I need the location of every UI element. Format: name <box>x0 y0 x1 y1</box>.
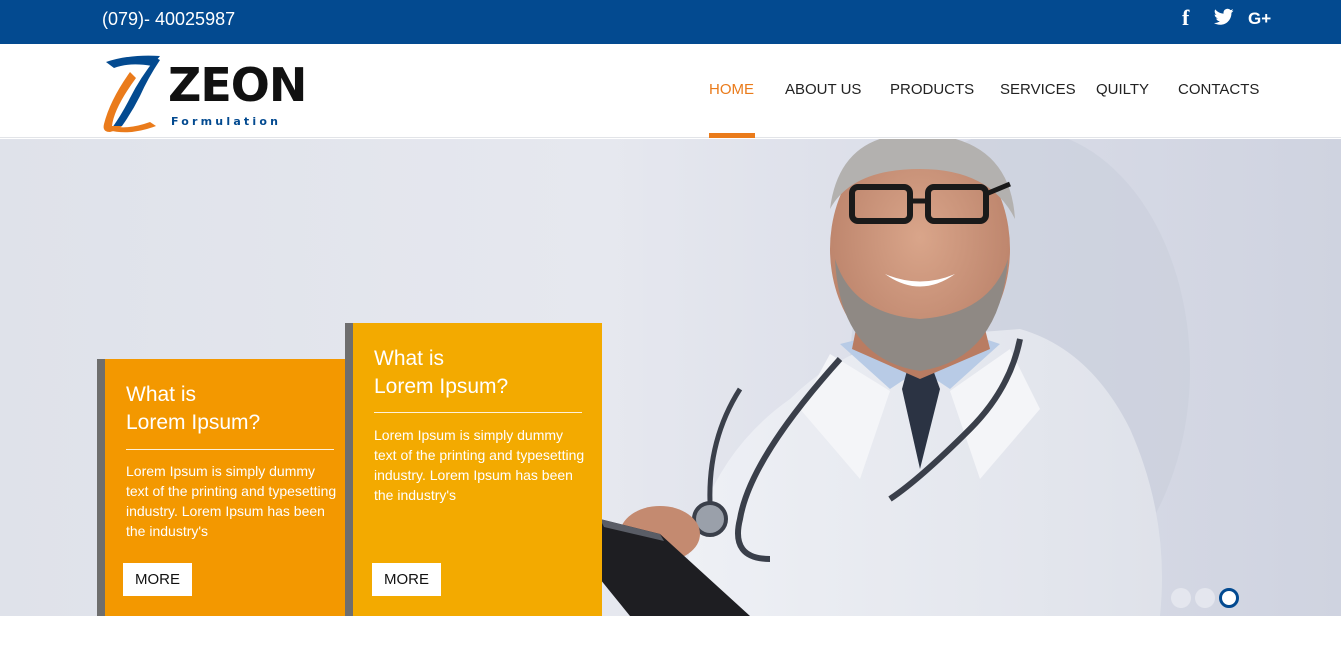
hero-card-1: What is Lorem Ipsum? Lorem Ipsum is simp… <box>97 359 345 616</box>
nav-item-home[interactable]: HOME <box>709 81 754 98</box>
card-accent-stripe <box>97 359 105 616</box>
card-accent-stripe <box>345 323 353 616</box>
card-divider <box>126 449 334 450</box>
card-body: Lorem Ipsum is simply dummy text of the … <box>374 427 585 503</box>
logo-name: ZEON <box>168 58 307 112</box>
more-button[interactable]: MORE <box>372 563 441 596</box>
card-title-line-2: Lorem Ipsum? <box>126 411 261 434</box>
card-title: What is Lorem Ipsum? <box>374 345 584 401</box>
card-title-line-2: Lorem Ipsum? <box>374 375 509 398</box>
hero-slider: What is Lorem Ipsum? Lorem Ipsum is simp… <box>0 139 1341 616</box>
nav-item-products[interactable]: PRODUCTS <box>890 81 974 98</box>
logo[interactable]: ZEON Formulation <box>100 52 307 136</box>
top-bar: (079)- 40025987 f G+ <box>0 0 1341 44</box>
slider-dot-2[interactable] <box>1195 588 1215 608</box>
card-title-line-1: What is <box>126 383 197 406</box>
slider-dot-1[interactable] <box>1171 588 1191 608</box>
more-button[interactable]: MORE <box>123 563 192 596</box>
doctor-image <box>600 139 1190 616</box>
card-title: What is Lorem Ipsum? <box>126 381 336 437</box>
logo-mark-icon <box>103 55 160 133</box>
nav-item-quilty[interactable]: QUILTY <box>1096 81 1149 98</box>
card-title-line-1: What is <box>374 347 445 370</box>
nav-active-indicator <box>709 133 755 138</box>
card-body: Lorem Ipsum is simply dummy text of the … <box>126 463 337 539</box>
nav-item-services[interactable]: SERVICES <box>1000 81 1076 98</box>
site-header: ZEON Formulation HOME ABOUT US PRODUCTS … <box>0 44 1341 138</box>
nav-item-about-us[interactable]: ABOUT US <box>785 81 861 98</box>
twitter-icon[interactable] <box>1213 8 1234 28</box>
phone-number: (079)- 40025987 <box>102 9 236 29</box>
slider-dot-3-active[interactable] <box>1219 588 1239 608</box>
logo-tagline: Formulation <box>171 115 282 128</box>
facebook-icon[interactable]: f <box>1182 5 1189 31</box>
nav-item-contacts[interactable]: CONTACTS <box>1178 81 1259 98</box>
hero-card-2: What is Lorem Ipsum? Lorem Ipsum is simp… <box>345 323 602 616</box>
google-plus-icon[interactable]: G+ <box>1248 9 1271 29</box>
card-divider <box>374 412 582 413</box>
